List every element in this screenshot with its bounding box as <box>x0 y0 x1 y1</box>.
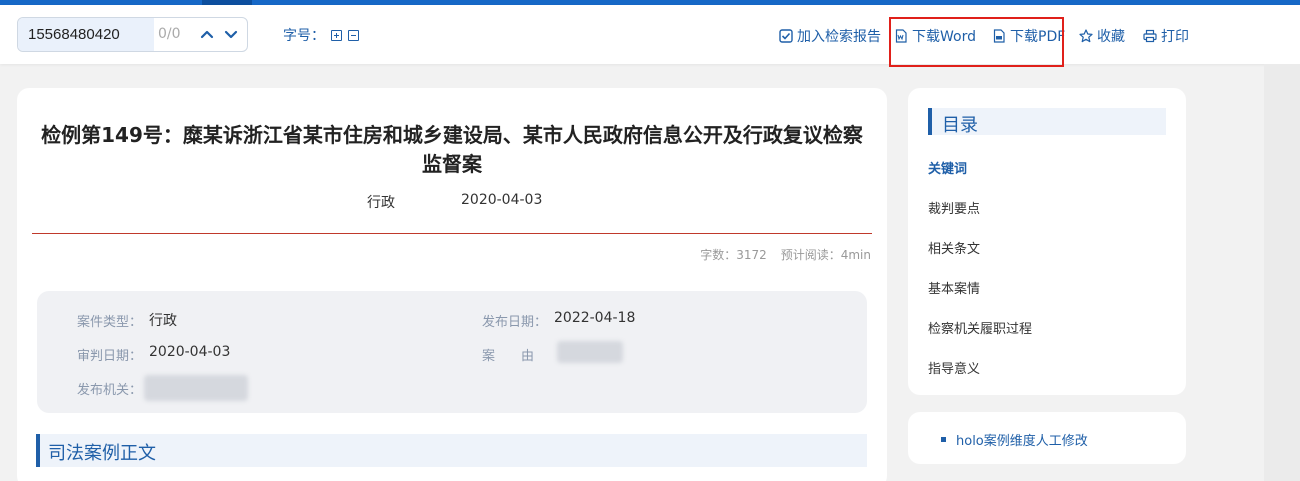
toc-card: 目录 关键词 裁判要点 相关条文 基本案情 检察机关履职过程 指导意义 <box>908 88 1186 395</box>
add-to-report-button[interactable]: 加入检索报告 <box>779 26 881 46</box>
cause-label: 案 由 <box>482 349 535 364</box>
publisher-redacted <box>144 375 248 401</box>
cause-redacted <box>557 341 623 363</box>
article-date: 2020-04-03 <box>461 192 543 208</box>
publish-date-value: 2022-04-18 <box>554 310 636 326</box>
article-type: 行政 <box>367 195 395 211</box>
note-card: holo案例维度人工修改 <box>908 412 1186 464</box>
star-icon <box>1079 29 1093 43</box>
toolbar: 0/0 字号： 加入检索报告 下载Word 下载PDF <box>0 5 1300 67</box>
case-info-panel: 案件类型： 行政 发布日期： 2022-04-18 审判日期： 2020-04-… <box>37 291 867 413</box>
trial-date-label: 审判日期： <box>77 349 143 364</box>
font-decrease-icon[interactable] <box>348 29 359 41</box>
section-heading: 司法案例正文 <box>36 434 867 467</box>
toc-item-keywords[interactable]: 关键词 <box>928 158 967 177</box>
word-count: 字数：3172 <box>700 248 767 262</box>
toc-item-procuratorate-process[interactable]: 检察机关履职过程 <box>928 318 1032 337</box>
search-box: 0/0 <box>17 17 248 52</box>
print-button[interactable]: 打印 <box>1143 26 1189 46</box>
trial-date-value: 2020-04-03 <box>149 344 231 360</box>
font-size-label: 字号： <box>283 28 325 44</box>
chevron-up-icon[interactable] <box>199 26 215 42</box>
toc-item-guidance[interactable]: 指导意义 <box>928 358 980 377</box>
toc-item-ruling-points[interactable]: 裁判要点 <box>928 198 980 217</box>
chevron-down-icon[interactable] <box>223 26 239 42</box>
case-type-value: 行政 <box>149 313 177 329</box>
font-increase-icon[interactable] <box>331 29 342 41</box>
toc-title: 目录 <box>942 115 978 136</box>
case-type-label: 案件类型： <box>77 315 143 330</box>
article-card: 检例第149号：糜某诉浙江省某市住房和城乡建设局、某市人民政府信息公开及行政复议… <box>17 88 887 481</box>
search-match-count: 0/0 <box>158 26 181 42</box>
reading-time: 预计阅读：4min <box>780 248 871 262</box>
download-highlight-box <box>889 17 1064 67</box>
note-link[interactable]: holo案例维度人工修改 <box>941 430 1088 449</box>
printer-icon <box>1143 29 1157 43</box>
title-divider <box>32 233 872 234</box>
toc-item-related-provisions[interactable]: 相关条文 <box>928 238 980 257</box>
note-text: holo案例维度人工修改 <box>956 434 1088 449</box>
checkbox-checked-icon <box>779 29 793 43</box>
bullet-icon <box>941 437 946 442</box>
section-title: 司法案例正文 <box>48 443 156 464</box>
search-input[interactable] <box>18 18 154 51</box>
publisher-label: 发布机关： <box>77 383 143 398</box>
toc-heading: 目录 <box>928 108 1166 136</box>
favorite-label: 收藏 <box>1097 29 1125 45</box>
toc-item-basic-facts[interactable]: 基本案情 <box>928 278 980 297</box>
publish-date-label: 发布日期： <box>482 315 548 330</box>
article-title: 检例第149号：糜某诉浙江省某市住房和城乡建设局、某市人民政府信息公开及行政复议… <box>41 123 863 176</box>
favorite-button[interactable]: 收藏 <box>1079 26 1125 46</box>
article-stats: 字数：3172 预计阅读：4min <box>700 246 871 263</box>
add-to-report-label: 加入检索报告 <box>797 29 881 45</box>
print-label: 打印 <box>1161 29 1189 45</box>
font-size-control: 字号： <box>283 25 359 45</box>
right-side-panel-edge <box>1264 64 1300 481</box>
